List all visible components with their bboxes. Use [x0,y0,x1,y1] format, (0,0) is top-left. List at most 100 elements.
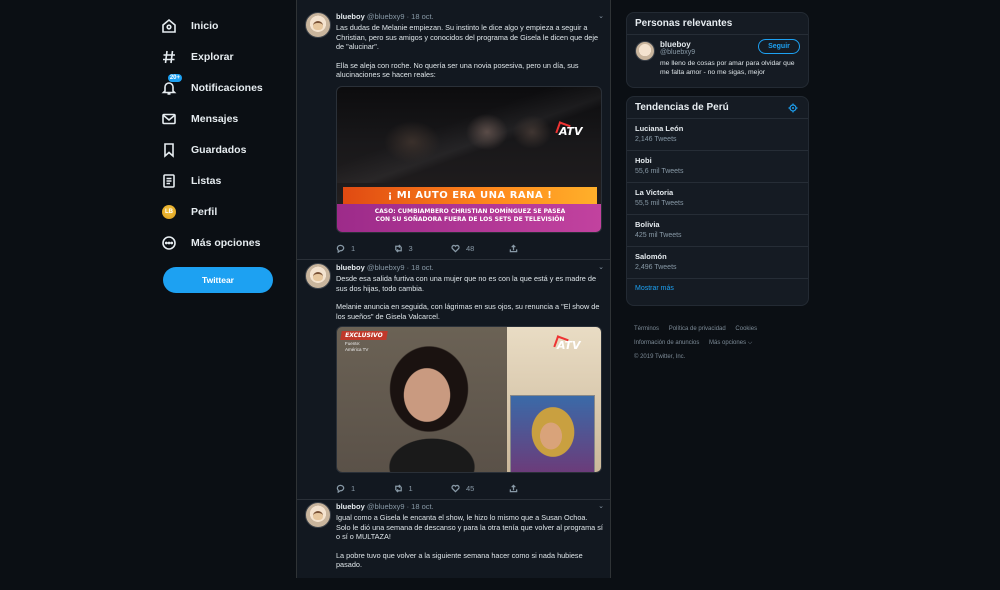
nav-item-mensajes[interactable]: Mensajes [160,103,290,134]
list-icon [160,172,178,190]
like-count: 45 [466,483,475,493]
nav-item-perfil[interactable]: LB Perfil [160,196,290,227]
trends-title-text: Tendencias de Perú [635,102,729,113]
person-name[interactable]: blueboy [660,40,691,49]
trend-count: 425 mil Tweets [635,232,682,239]
tweet-media-video[interactable]: EXCLUSIVO Fuente: América TV ATV [336,326,602,473]
tweet-author-name[interactable]: blueboy [336,502,365,511]
media-banner: ¡ MI AUTO ERA UNA RANA ! [343,187,597,204]
trend-count: 55,6 mil Tweets [635,168,684,175]
share-icon [509,483,517,492]
trend-name: Salomón [635,252,667,261]
nav-label: Mensajes [191,112,239,125]
mail-icon [160,110,178,128]
notification-badge: 20+ [167,73,182,82]
nav-label: Perfil [191,205,218,218]
footer-row: Información de anuncios Más opciones ⌵ [634,336,814,350]
follow-button[interactable]: Seguir [758,39,800,54]
person-avatar[interactable] [635,41,655,61]
footer-terms-link[interactable]: Términos [634,326,659,332]
primary-nav: Inicio Explorar 20+ Notificaciones Mensa… [160,10,290,258]
exclusive-source-line: América TV [345,347,369,352]
caption-line: CASO: CUMBIAMBERO CHRISTIAN DOMÍNGUEZ SE… [374,208,566,215]
gear-icon[interactable] [788,103,798,113]
trends-title: Tendencias de Perú [627,97,808,119]
tweet[interactable]: blueboy @bluebxy9 · 18 oct. ⌄ Las dudas … [297,12,610,260]
chevron-down-icon[interactable]: ⌄ [598,502,604,510]
share-button[interactable] [509,482,567,494]
nav-item-notificaciones[interactable]: 20+ Notificaciones [160,72,290,103]
tweet-avatar[interactable] [305,502,331,528]
media-caption: CASO: CUMBIAMBERO CHRISTIAN DOMÍNGUEZ SE… [337,204,601,232]
exclusive-tag: EXCLUSIVO [340,331,388,340]
trend-item[interactable]: Luciana León 2,146 Tweets [627,119,808,151]
reply-button[interactable]: 1 [336,482,394,494]
show-more-link[interactable]: Mostrar más [627,279,808,304]
trend-item[interactable]: Bolivia 425 mil Tweets [627,215,808,247]
reply-button[interactable]: 1 [336,242,394,254]
trend-item[interactable]: Hobi 55,6 mil Tweets [627,151,808,183]
trend-item[interactable]: Salomón 2,496 Tweets [627,247,808,279]
tweet[interactable]: blueboy @bluebxy9 · 18 oct. ⌄ Igual como… [297,502,610,578]
relevant-people-card: Personas relevantes blueboy @bluebxy9 Se… [626,12,809,88]
tweet-author-handle: @bluebxy9 [366,263,405,272]
person-handle: @bluebxy9 [660,49,696,56]
tweet[interactable]: blueboy @bluebxy9 · 18 oct. ⌄ Desde esa … [297,263,610,500]
tweet-paragraph: Las dudas de Melanie empiezan. Su instin… [336,23,599,51]
trend-name: Hobi [635,156,652,165]
tweet-author-handle: @bluebxy9 [366,502,405,511]
retweet-button[interactable]: 3 [394,242,452,254]
share-icon [509,243,517,252]
retweet-icon [394,243,402,253]
tweet-date[interactable]: · 18 oct. [407,502,434,511]
relevant-people-title: Personas relevantes [627,13,808,35]
chevron-down-icon[interactable]: ⌄ [598,12,604,20]
home-icon [160,17,178,35]
tweet-paragraph: Melanie anuncia en seguida, con lágrimas… [336,302,600,321]
tweet-text: Desde esa salida furtiva con una mujer q… [336,274,604,321]
nav-item-listas[interactable]: Listas [160,165,290,196]
timeline[interactable]: blueboy @bluebxy9 · 18 oct. ⌄ Las dudas … [296,0,611,578]
tweet-button[interactable]: Twittear [163,267,273,293]
footer-privacy-link[interactable]: Política de privacidad [669,326,726,332]
tweet-paragraph: Ella se aleja con roche. No quería ser u… [336,60,579,80]
footer-more-link[interactable]: Más opciones ⌵ [709,340,752,346]
nav-label: Guardados [191,143,247,156]
tweet-header: blueboy @bluebxy9 · 18 oct. ⌄ [336,263,604,274]
trend-count: 2,496 Tweets [635,264,677,271]
like-button[interactable]: 45 [451,482,509,494]
footer-cookies-link[interactable]: Cookies [735,326,757,332]
tweet-header: blueboy @bluebxy9 · 18 oct. ⌄ [336,502,604,513]
trend-item[interactable]: La Victoria 55,5 mil Tweets [627,183,808,215]
nav-label: Inicio [191,19,219,32]
tweet-date[interactable]: · 18 oct. [407,12,434,21]
tweet-date[interactable]: · 18 oct. [407,263,434,272]
nav-item-inicio[interactable]: Inicio [160,10,290,41]
like-count: 48 [466,243,475,253]
tweet-avatar[interactable] [305,12,331,38]
tweet-paragraph: Igual como a Gisela le encanta el show, … [336,513,603,541]
tweet-avatar[interactable] [305,263,331,289]
tweet-media-video[interactable]: ATV ¡ MI AUTO ERA UNA RANA ! CASO: CUMBI… [336,86,602,233]
retweet-button[interactable]: 1 [394,482,452,494]
more-icon [160,234,178,252]
heart-icon [451,244,460,253]
trends-card: Tendencias de Perú Luciana León 2,146 Tw… [626,96,809,306]
tweet-author-name[interactable]: blueboy [336,12,365,21]
nav-item-guardados[interactable]: Guardados [160,134,290,165]
relevant-person[interactable]: blueboy @bluebxy9 Seguir me lleno de cos… [627,35,808,83]
like-button[interactable]: 48 [451,242,509,254]
chevron-down-icon[interactable]: ⌄ [598,263,604,271]
tweet-author-name[interactable]: blueboy [336,263,365,272]
avatar-icon: LB [160,203,178,221]
reply-icon [336,244,345,253]
footer-links: Términos Política de privacidad Cookies … [634,322,814,364]
share-button[interactable] [509,242,567,254]
footer-copyright: © 2019 Twitter, Inc. [634,354,686,360]
nav-item-explorar[interactable]: Explorar [160,41,290,72]
footer-ads-link[interactable]: Información de anuncios [634,340,699,346]
reply-count: 1 [351,243,356,253]
nav-item-mas-opciones[interactable]: Más opciones [160,227,290,258]
bookmark-icon [160,141,178,159]
nav-label: Explorar [191,50,234,63]
